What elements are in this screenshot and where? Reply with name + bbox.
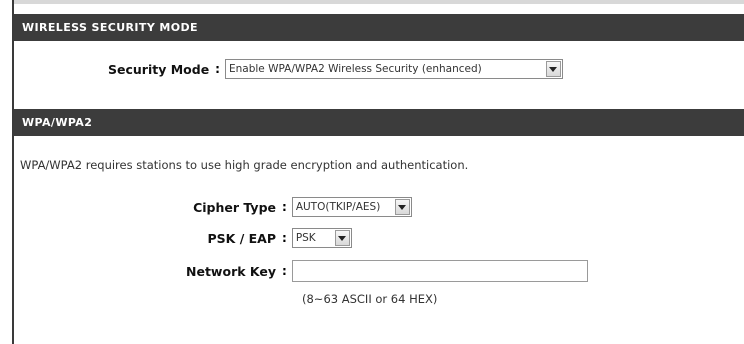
psk-eap-row: PSK / EAP : PSK [14,228,352,248]
wpa-description: WPA/WPA2 requires stations to use high g… [20,158,469,172]
settings-panel: WIRELESS SECURITY MODE Security Mode : E… [12,0,744,344]
security-mode-select[interactable]: Enable WPA/WPA2 Wireless Security (enhan… [224,59,563,79]
cipher-type-label: Cipher Type [193,199,276,215]
chevron-down-icon[interactable] [334,230,350,246]
network-key-label: Network Key [186,263,276,279]
cipher-type-value: AUTO(TKIP/AES) [295,201,381,213]
chevron-down-icon[interactable] [394,199,410,215]
network-key-input[interactable] [291,260,588,282]
network-key-hint: (8~63 ASCII or 64 HEX) [302,292,438,306]
psk-eap-select[interactable]: PSK [291,228,352,248]
colon-separator: : [282,200,287,214]
colon-separator: : [282,231,287,245]
top-divider [14,0,744,4]
psk-eap-value: PSK [295,232,316,244]
wpa-wpa2-header: WPA/WPA2 [14,109,744,136]
cipher-type-row: Cipher Type : AUTO(TKIP/AES) [14,197,412,217]
colon-separator: : [215,62,220,76]
psk-eap-label: PSK / EAP [207,230,277,246]
colon-separator: : [282,264,287,278]
security-mode-value: Enable WPA/WPA2 Wireless Security (enhan… [228,63,482,75]
security-mode-label: Security Mode [108,61,210,77]
wireless-security-mode-header: WIRELESS SECURITY MODE [14,14,744,41]
cipher-type-select[interactable]: AUTO(TKIP/AES) [291,197,412,217]
security-mode-row: Security Mode : Enable WPA/WPA2 Wireless… [108,59,563,79]
network-key-row: Network Key : [14,260,588,282]
chevron-down-icon[interactable] [545,61,561,77]
